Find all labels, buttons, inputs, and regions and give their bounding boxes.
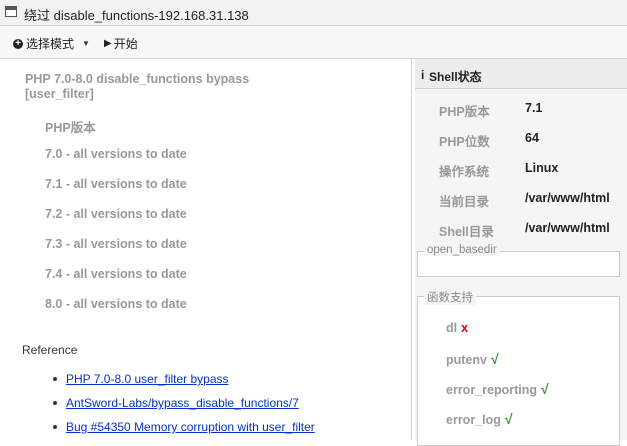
version-item: 7.0 - all versions to date [45, 147, 187, 161]
plugin-title: PHP 7.0-8.0 disable_functions bypass [us… [25, 72, 250, 101]
reference-heading: Reference [22, 343, 78, 357]
window-icon [5, 6, 17, 17]
info-value: /var/www/html [525, 191, 610, 205]
info-label: PHP位数 [439, 135, 490, 149]
supported-check-icon: √ [541, 381, 549, 397]
function-support-box: 函数支持 dl x putenv √ error_reporting √ error_… [417, 289, 620, 446]
info-label: PHP版本 [439, 105, 490, 119]
shell-status-pane: i Shell状态 PHP版本 7.1 PHP位数 64 操作系统 Linux … [415, 59, 627, 446]
info-value: 64 [525, 131, 539, 145]
plus-circle-icon: + [13, 38, 23, 49]
version-item: 8.0 - all versions to date [45, 297, 187, 311]
function-name: error_reporting [446, 383, 537, 397]
info-label: Shell目录 [439, 225, 494, 239]
info-icon: i [421, 68, 425, 82]
bullet-icon [53, 377, 57, 381]
info-row-php-bits: PHP位数 64 [415, 131, 627, 151]
supported-check-icon: √ [504, 411, 513, 427]
open-basedir-legend: open_basedir [424, 244, 500, 256]
plugin-info-pane: PHP 7.0-8.0 disable_functions bypass [us… [0, 59, 412, 440]
reference-link[interactable]: Bug #54350 Memory corruption with user_f… [66, 420, 315, 434]
unsupported-x-icon: x [461, 321, 469, 335]
version-item: 7.4 - all versions to date [45, 267, 187, 281]
play-icon: ▶ [104, 38, 112, 49]
open-basedir-box: open_basedir [417, 244, 620, 277]
function-name: dl [446, 321, 458, 335]
function-item-dl: dl x [446, 321, 468, 335]
info-value: Linux [525, 161, 559, 175]
shell-status-header: i Shell状态 [415, 59, 627, 89]
select-mode-label: 选择模式 [26, 37, 75, 51]
version-item: 7.1 - all versions to date [45, 177, 187, 191]
php-version-label: PHP版本 [45, 121, 96, 135]
bullet-icon [53, 401, 57, 405]
version-item: 7.3 - all versions to date [45, 237, 187, 251]
caret-down-icon: ▼ [82, 39, 90, 48]
info-row-os: 操作系统 Linux [415, 161, 627, 181]
function-name: putenv [446, 353, 487, 367]
info-label: 当前目录 [439, 195, 490, 209]
function-support-legend: 函数支持 [424, 289, 476, 305]
shell-status-title: Shell状态 [429, 70, 482, 84]
info-value: /var/www/html [525, 221, 610, 235]
start-label: 开始 [113, 37, 138, 51]
function-name: error_log [446, 413, 501, 427]
reference-link[interactable]: PHP 7.0-8.0 user_filter bypass [66, 372, 229, 386]
function-item-error-reporting: error_reporting √ [446, 381, 549, 397]
info-row-current-dir: 当前目录 /var/www/html [415, 191, 627, 211]
info-value: 7.1 [525, 101, 543, 115]
window-title: 绕过 disable_functions-192.168.31.138 [24, 8, 249, 23]
info-label: 操作系统 [439, 165, 490, 179]
function-item-error-log: error_log √ [446, 411, 513, 427]
select-mode-dropdown[interactable]: + 选择模式 ▼ [13, 35, 90, 52]
bullet-icon [53, 425, 57, 429]
function-item-putenv: putenv √ [446, 351, 499, 367]
toolbar: + 选择模式 ▼ ▶ 开始 [0, 27, 627, 59]
version-item: 7.2 - all versions to date [45, 207, 187, 221]
reference-link[interactable]: AntSword-Labs/bypass_disable_functions/7 [66, 396, 299, 410]
supported-check-icon: √ [490, 351, 499, 367]
info-row-php-version: PHP版本 7.1 [415, 101, 627, 121]
start-button[interactable]: ▶ 开始 [104, 35, 138, 52]
window-titlebar: 绕过 disable_functions-192.168.31.138 [0, 0, 627, 26]
info-row-shell-dir: Shell目录 /var/www/html [415, 221, 627, 241]
